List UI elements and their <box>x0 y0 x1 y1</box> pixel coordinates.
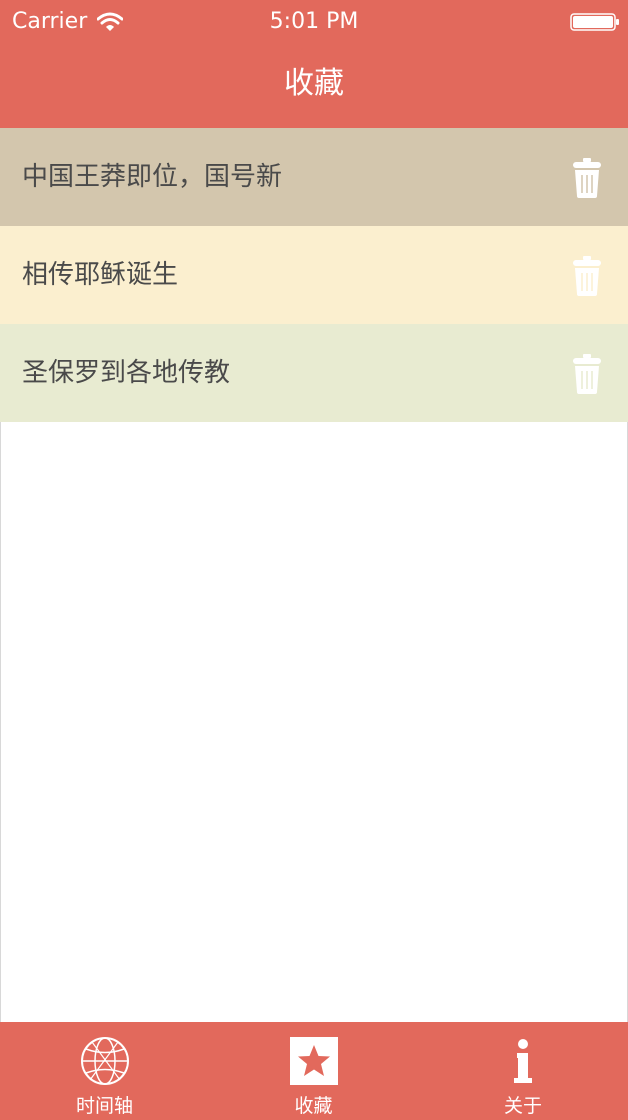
tab-label: 收藏 <box>294 1095 333 1117</box>
list-item[interactable]: 相传耶稣诞生 <box>0 226 628 324</box>
list-item-label: 相传耶稣诞生 <box>22 260 179 290</box>
list-item[interactable]: 圣保罗到各地传教 <box>0 324 628 422</box>
trash-icon[interactable] <box>572 158 602 198</box>
tab-favorites[interactable]: 收藏 <box>209 1022 418 1120</box>
status-time: 5:01 PM <box>269 9 359 34</box>
empty-content-area <box>0 422 628 1022</box>
status-bar: Carrier 5:01 PM <box>0 0 628 44</box>
tab-label: 关于 <box>503 1095 542 1117</box>
page-title: 收藏 <box>284 66 344 101</box>
tab-bar: 时间轴 收藏 关于 <box>0 1022 628 1120</box>
list-item[interactable]: 中国王莽即位，国号新 <box>0 128 628 226</box>
trash-icon[interactable] <box>572 256 602 296</box>
info-icon <box>498 1036 548 1086</box>
battery-icon <box>570 13 620 31</box>
tab-label: 时间轴 <box>75 1095 133 1117</box>
list-item-label: 中国王莽即位，国号新 <box>22 162 283 192</box>
globe-icon <box>80 1036 130 1086</box>
trash-icon[interactable] <box>572 354 602 394</box>
tab-timeline[interactable]: 时间轴 <box>0 1022 209 1120</box>
favorites-list: 中国王莽即位，国号新 相传耶稣诞生 圣保罗到各地传教 <box>0 128 628 422</box>
tab-about[interactable]: 关于 <box>418 1022 628 1120</box>
list-item-label: 圣保罗到各地传教 <box>22 358 231 388</box>
nav-bar: 收藏 <box>0 44 628 128</box>
star-icon <box>289 1036 339 1086</box>
